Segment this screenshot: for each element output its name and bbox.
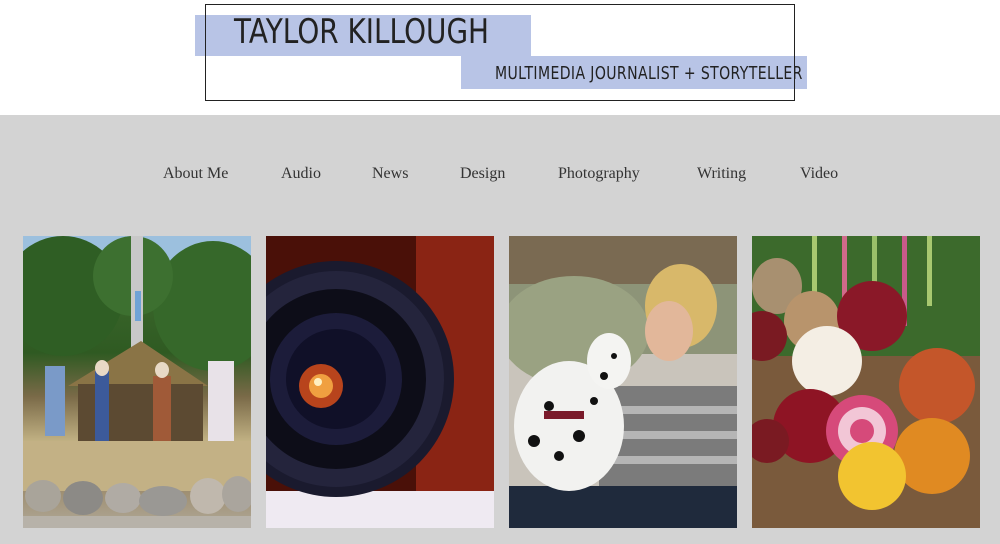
gallery-tile-beets[interactable] [752,236,980,528]
nav-news[interactable]: News [372,165,408,183]
nav-design[interactable]: Design [460,165,505,183]
site-header: TAYLOR KILLOUGH MULTIMEDIA JOURNALIST + … [0,0,1000,115]
main-nav: About Me Audio News Design Photography W… [0,165,1000,189]
site-title[interactable]: TAYLOR KILLOUGH [234,12,489,52]
gallery-tile-lens[interactable] [266,236,494,528]
nav-audio[interactable]: Audio [281,165,321,183]
nav-about-me[interactable]: About Me [163,165,228,183]
site-tagline: MULTIMEDIA JOURNALIST + STORYTELLER [495,63,803,84]
nativity-scene-photo [23,236,251,528]
camera-lens-photo [266,236,494,528]
nav-photography[interactable]: Photography [558,165,640,183]
gallery-tile-dalmatian[interactable] [509,236,737,528]
beets-photo [752,236,980,528]
nav-video[interactable]: Video [800,165,838,183]
gallery-tile-nativity[interactable] [23,236,251,528]
woman-with-dalmatian-photo [509,236,737,528]
nav-writing[interactable]: Writing [697,165,746,183]
